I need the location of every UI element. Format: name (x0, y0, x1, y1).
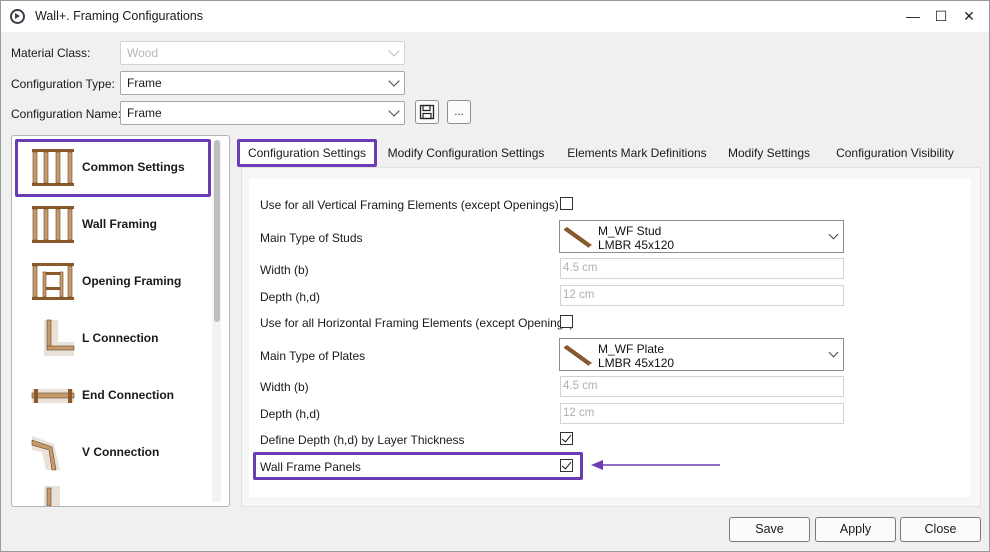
material-class-value: Wood (127, 46, 159, 60)
wall-frame-panels-label: Wall Frame Panels (260, 460, 361, 474)
configuration-type-label: Configuration Type: (11, 77, 115, 91)
vertical-all-checkbox[interactable] (560, 197, 573, 210)
list-item-label: V Connection (82, 445, 160, 459)
list-item-label: End Connection (82, 388, 174, 402)
plates-type-size: LMBR 45x120 (598, 356, 675, 370)
lumber-stud-icon (564, 227, 592, 248)
maximize-button[interactable]: ☐ (927, 5, 955, 27)
chevron-down-icon (828, 347, 839, 358)
list-item-label: L Connection (82, 331, 159, 345)
save-button[interactable]: Save (729, 517, 810, 542)
studs-type-size: LMBR 45x120 (598, 238, 675, 252)
end-connection-icon (31, 389, 75, 403)
plate-depth-label: Depth (h,d) (260, 407, 321, 421)
list-item-v-connection[interactable]: V Connection (16, 425, 212, 481)
opening-frame-icon (32, 263, 74, 300)
l-connection-icon (44, 319, 75, 356)
apply-button[interactable]: Apply (815, 517, 896, 542)
wall-frame-panels-checkbox[interactable] (560, 459, 573, 472)
studs-type-name: M_WF Stud (598, 224, 662, 238)
plates-type-name: M_WF Plate (598, 342, 665, 356)
chevron-down-icon (388, 45, 400, 57)
stud-width-field: 4.5 cm (560, 258, 844, 279)
studs-type-select[interactable]: M_WF Stud LMBR 45x120 (559, 220, 844, 253)
title-bar: Wall+. Framing Configurations — ☐ ✕ (1, 1, 989, 32)
list-item-label: Wall Framing (82, 217, 157, 231)
depth-by-layer-checkbox[interactable] (560, 432, 573, 445)
floppy-disk-icon (419, 104, 435, 120)
wall-frame-icon (32, 206, 74, 243)
chevron-down-icon (388, 75, 400, 87)
tab-elements-mark-definitions[interactable]: Elements Mark Definitions (561, 142, 713, 168)
configuration-type-value: Frame (127, 76, 162, 90)
save-configuration-button[interactable] (415, 100, 439, 124)
v-connection-icon (31, 436, 60, 471)
more-options-button[interactable]: ... (447, 100, 471, 124)
configuration-type-select[interactable]: Frame (120, 71, 405, 95)
chevron-down-icon (828, 229, 839, 240)
close-button[interactable]: Close (900, 517, 981, 542)
plates-type-label: Main Type of Plates (260, 349, 366, 363)
horizontal-all-checkbox[interactable] (560, 315, 573, 328)
horizontal-all-label: Use for all Horizontal Framing Elements … (260, 316, 574, 330)
list-scrollbar-thumb[interactable] (214, 140, 220, 322)
configuration-name-select[interactable]: Frame (120, 101, 405, 125)
lumber-plate-icon (564, 345, 592, 366)
list-item-end-connection[interactable]: End Connection (16, 368, 212, 424)
vertical-all-label: Use for all Vertical Framing Elements (e… (260, 198, 559, 212)
tab-modify-configuration-settings[interactable]: Modify Configuration Settings (385, 142, 547, 168)
minimize-button[interactable]: — (899, 5, 927, 27)
material-class-label: Material Class: (11, 46, 91, 60)
list-item-l-connection[interactable]: L Connection (16, 311, 212, 367)
plates-type-select[interactable]: M_WF Plate LMBR 45x120 (559, 338, 844, 371)
stud-depth-label: Depth (h,d) (260, 290, 321, 304)
t-connection-icon (44, 486, 60, 506)
window-title: Wall+. Framing Configurations (35, 9, 204, 23)
plate-width-label: Width (b) (260, 380, 309, 394)
depth-by-layer-label: Define Depth (h,d) by Layer Thickness (260, 433, 465, 447)
framing-configurations-window: Wall+. Framing Configurations — ☐ ✕ Mate… (0, 0, 990, 552)
stud-width-label: Width (b) (260, 263, 309, 277)
studs-type-label: Main Type of Studs (260, 231, 363, 245)
tab-configuration-settings[interactable]: Configuration Settings (237, 142, 377, 168)
plate-depth-field: 12 cm (560, 403, 844, 424)
chevron-down-icon (388, 105, 400, 117)
app-logo-icon (10, 9, 25, 24)
tab-modify-settings[interactable]: Modify Settings (723, 142, 815, 168)
plate-width-field: 4.5 cm (560, 376, 844, 397)
tab-configuration-visibility[interactable]: Configuration Visibility (829, 142, 961, 168)
list-item-label: Opening Framing (82, 274, 182, 288)
selected-item-highlight (15, 139, 211, 197)
configuration-name-label: Configuration Name: (11, 107, 122, 121)
close-window-button[interactable]: ✕ (955, 5, 983, 27)
annotation-arrow-icon (591, 460, 720, 470)
configuration-name-value: Frame (127, 106, 162, 120)
stud-depth-field: 12 cm (560, 285, 844, 306)
list-item-wall-framing[interactable]: Wall Framing (16, 197, 212, 253)
list-item-opening-framing[interactable]: Opening Framing (16, 254, 212, 310)
material-class-select: Wood (120, 41, 405, 65)
list-item-partial (30, 486, 76, 506)
